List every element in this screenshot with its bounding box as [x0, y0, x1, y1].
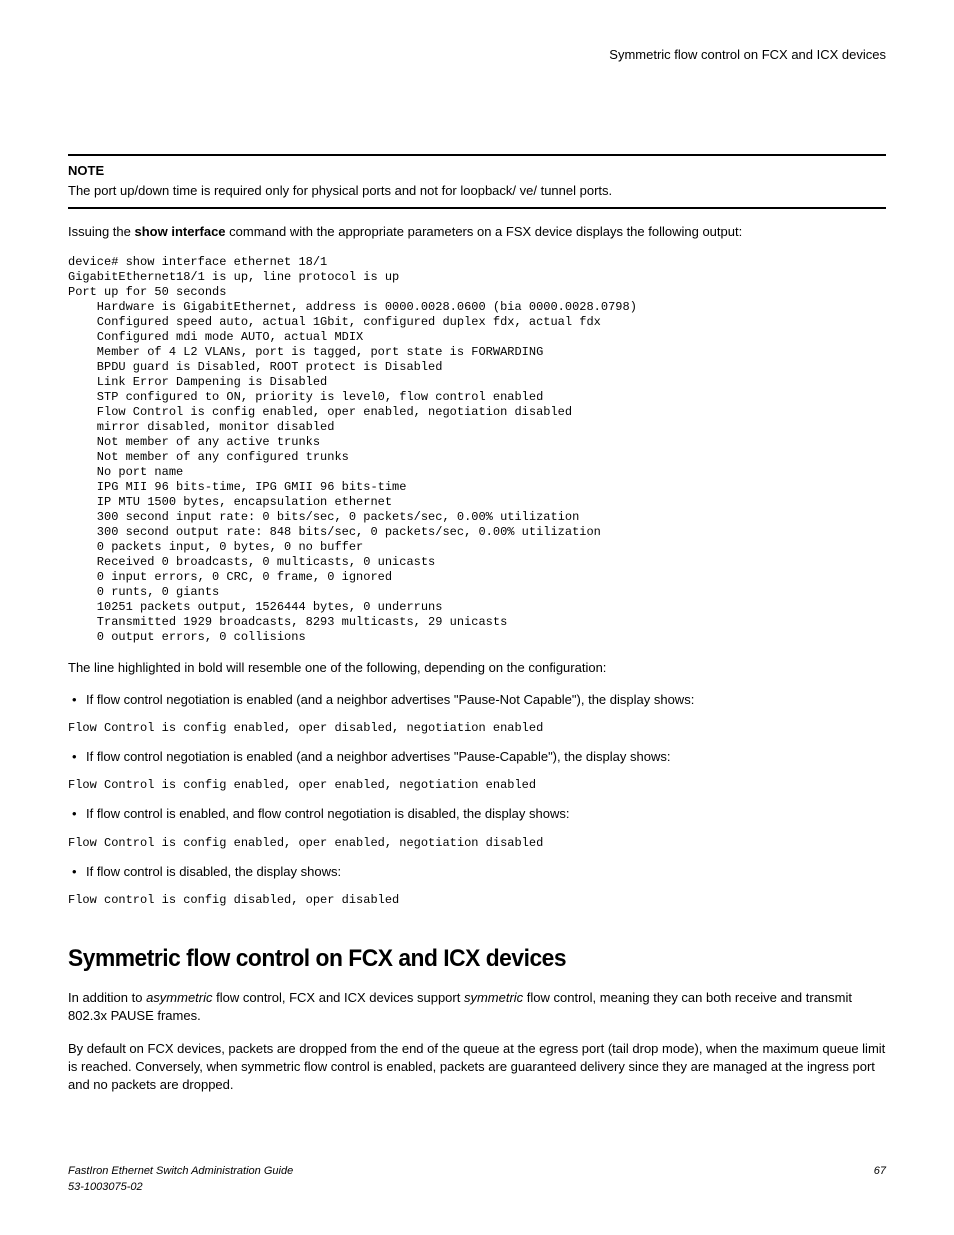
list-item: If flow control is disabled, the display… [68, 863, 886, 881]
p1-symmetric: symmetric [464, 990, 523, 1005]
list-item: If flow control negotiation is enabled (… [68, 691, 886, 709]
case-desc: If flow control negotiation is enabled (… [86, 692, 694, 707]
case-output: Flow Control is config enabled, oper ena… [68, 778, 886, 793]
list-item: If flow control is enabled, and flow con… [68, 805, 886, 823]
case-desc: If flow control is enabled, and flow con… [86, 806, 569, 821]
page-number: 67 [874, 1164, 886, 1179]
footer-doc-number: 53-1003075-02 [68, 1180, 886, 1195]
show-interface-command: show interface [135, 224, 226, 239]
note-text: The port up/down time is required only f… [68, 182, 886, 200]
section-paragraph-2: By default on FCX devices, packets are d… [68, 1040, 886, 1095]
case-list: If flow control negotiation is enabled (… [68, 748, 886, 766]
after-code-paragraph: The line highlighted in bold will resemb… [68, 659, 886, 677]
case-list: If flow control is disabled, the display… [68, 863, 886, 881]
footer-book-title: FastIron Ethernet Switch Administration … [68, 1164, 886, 1179]
p1-b: flow control, FCX and ICX devices suppor… [213, 990, 464, 1005]
case-list: If flow control negotiation is enabled (… [68, 691, 886, 709]
note-rule-top [68, 154, 886, 156]
case-output: Flow Control is config enabled, oper ena… [68, 836, 886, 851]
note-rule-bottom [68, 207, 886, 209]
p1-asymmetric: asymmetric [146, 990, 212, 1005]
list-item: If flow control negotiation is enabled (… [68, 748, 886, 766]
section-heading: Symmetric flow control on FCX and ICX de… [68, 942, 845, 976]
case-output: Flow Control is config enabled, oper dis… [68, 721, 886, 736]
case-list: If flow control is enabled, and flow con… [68, 805, 886, 823]
section-paragraph-1: In addition to asymmetric flow control, … [68, 989, 886, 1025]
case-desc: If flow control is disabled, the display… [86, 864, 341, 879]
page-footer: 67 FastIron Ethernet Switch Administrati… [68, 1164, 886, 1195]
note-label: NOTE [68, 162, 886, 180]
intro-pre: Issuing the [68, 224, 135, 239]
p1-a: In addition to [68, 990, 146, 1005]
case-desc: If flow control negotiation is enabled (… [86, 749, 670, 764]
intro-post: command with the appropriate parameters … [226, 224, 743, 239]
cli-output-block: device# show interface ethernet 18/1 Gig… [68, 255, 886, 645]
intro-paragraph: Issuing the show interface command with … [68, 223, 886, 241]
case-output: Flow control is config disabled, oper di… [68, 893, 886, 908]
note-block: NOTE The port up/down time is required o… [68, 154, 886, 208]
running-header: Symmetric flow control on FCX and ICX de… [68, 46, 886, 64]
